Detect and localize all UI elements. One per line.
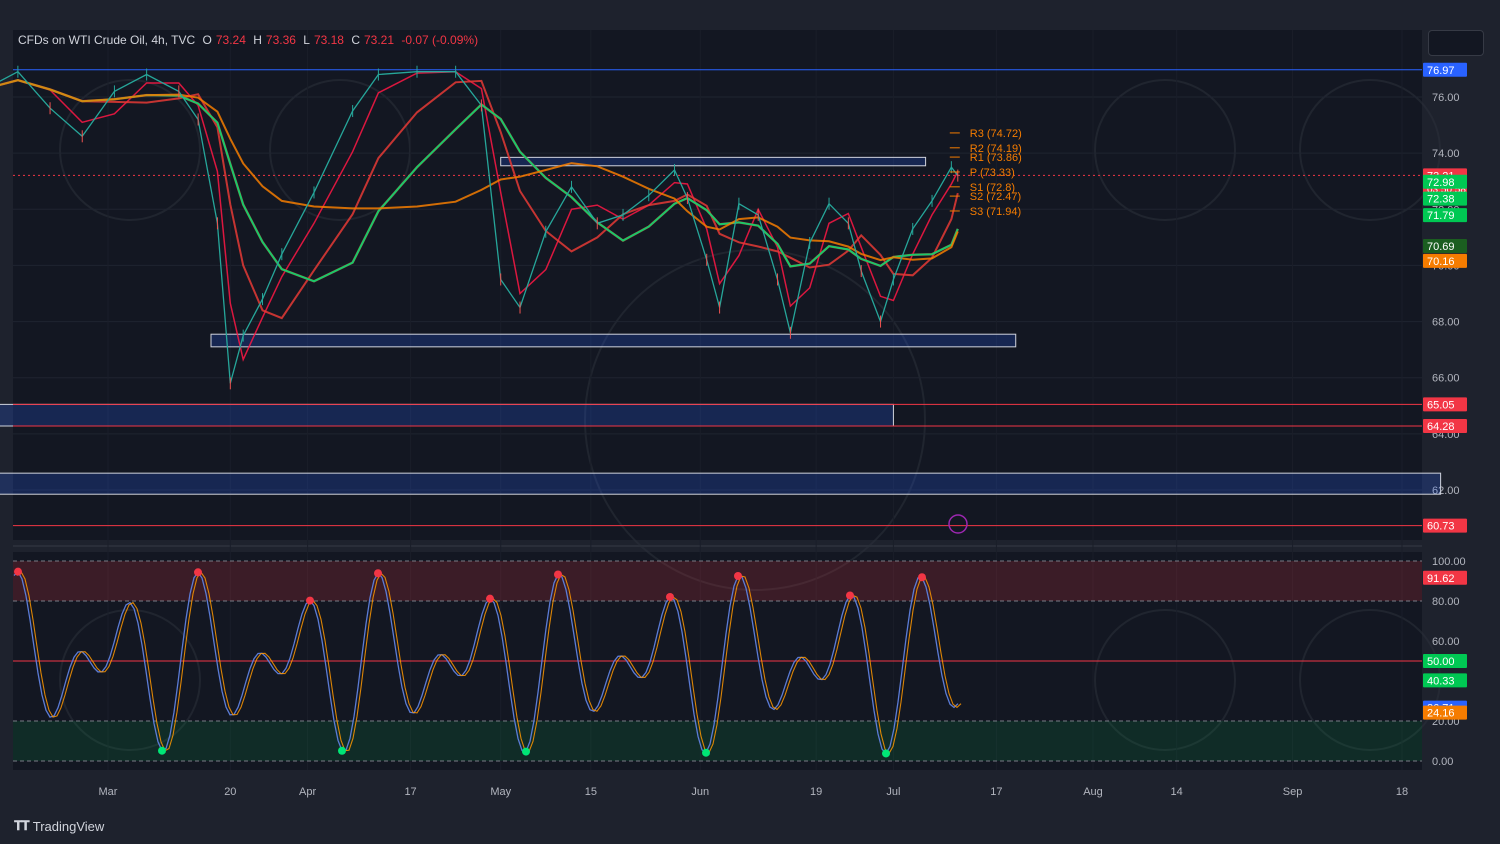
- price-axis-label: 65.05: [1427, 399, 1455, 411]
- close-label: C: [351, 33, 360, 47]
- oscillator-axis-label: 24.16: [1427, 708, 1455, 720]
- x-tick-label: 18: [1396, 786, 1408, 798]
- pivot-label: R1 (73.86): [970, 152, 1022, 164]
- price-axis-label: 70.69: [1427, 241, 1455, 253]
- x-tick-label: 15: [585, 786, 597, 798]
- price-axis-label: 72.98: [1427, 177, 1455, 189]
- overbought-signal-dot: [734, 572, 742, 581]
- open-label: O: [202, 33, 212, 47]
- overbought-signal-dot: [554, 570, 562, 579]
- x-tick-label: 17: [990, 786, 1002, 798]
- price-axis-label: 72.38: [1427, 194, 1455, 206]
- x-tick-label: Aug: [1083, 786, 1103, 798]
- oversold-signal-dot: [702, 748, 710, 757]
- overbought-signal-dot: [486, 594, 494, 603]
- high-value: 73.36: [265, 33, 296, 47]
- oversold-zone: [13, 721, 1422, 761]
- chart-svg[interactable]: 76.0074.0072.0070.0068.0066.0064.0062.00…: [0, 0, 1500, 844]
- overbought-signal-dot: [306, 596, 314, 605]
- x-tick-label: May: [490, 786, 511, 798]
- tradingview-logo-icon: 𝐓𝐓: [14, 818, 30, 833]
- overbought-signal-dot: [14, 567, 22, 576]
- oscillator-axis-label: 40.33: [1427, 675, 1455, 687]
- oversold-signal-dot: [882, 749, 890, 758]
- x-tick-label: 19: [810, 786, 822, 798]
- price-axis-label: 60.73: [1427, 521, 1455, 533]
- x-tick-label: Sep: [1283, 786, 1303, 798]
- x-tick-label: Apr: [299, 786, 316, 798]
- x-tick-label: 14: [1171, 786, 1183, 798]
- symbol-title: CFDs on WTI Crude Oil, 4h, TVC: [18, 33, 196, 47]
- x-tick-label: Jul: [886, 786, 900, 798]
- oversold-signal-dot: [158, 746, 166, 755]
- support-resistance-zone: [210, 333, 1017, 348]
- overbought-signal-dot: [918, 573, 926, 582]
- price-y-tick: 74.00: [1432, 148, 1460, 160]
- x-tick-label: Mar: [99, 786, 118, 798]
- overbought-signal-dot: [666, 592, 674, 601]
- brand-name: TradingView: [32, 818, 105, 834]
- overbought-signal-dot: [374, 569, 382, 578]
- change-value: -0.07 (-0.09%): [401, 33, 479, 47]
- oscillator-axis-label: 50.00: [1427, 656, 1455, 668]
- price-pane-bg: [13, 30, 1422, 540]
- overbought-zone: [13, 561, 1422, 601]
- oscillator-y-tick: 80.00: [1432, 596, 1460, 608]
- x-tick-label: 20: [224, 786, 236, 798]
- price-axis-label: 70.16: [1427, 256, 1455, 268]
- low-label: L: [303, 33, 310, 47]
- symbol-legend: CFDs on WTI Crude Oil, 4h, TVC O 73.24 H7…: [18, 33, 482, 47]
- support-resistance-zone: [0, 403, 894, 427]
- price-axis-label: 76.97: [1427, 65, 1455, 77]
- tradingview-brand[interactable]: 𝐓𝐓 TradingView: [14, 818, 104, 834]
- pivot-label: S3 (71.94): [970, 206, 1021, 218]
- oscillator-axis-label: 91.62: [1427, 573, 1455, 585]
- price-y-tick: 68.00: [1432, 317, 1460, 329]
- open-value: 73.24: [215, 33, 246, 47]
- price-y-tick: 76.00: [1432, 92, 1460, 104]
- support-resistance-zone: [0, 472, 1442, 495]
- x-tick-label: 17: [404, 786, 416, 798]
- overbought-signal-dot: [194, 568, 202, 577]
- overbought-signal-dot: [846, 591, 854, 600]
- pivot-label: S2 (72.47): [970, 191, 1021, 203]
- low-value: 73.18: [313, 33, 344, 47]
- close-value: 73.21: [364, 33, 395, 47]
- chart-area[interactable]: 76.0074.0072.0070.0068.0066.0064.0062.00…: [0, 0, 1500, 844]
- price-axis-label: 71.79: [1427, 210, 1455, 222]
- x-tick-label: Jun: [691, 786, 709, 798]
- oscillator-y-tick: 60.00: [1432, 636, 1460, 648]
- oversold-signal-dot: [338, 746, 346, 755]
- high-label: H: [253, 33, 262, 47]
- pivot-label: R3 (74.72): [970, 128, 1022, 140]
- price-axis-label: 64.28: [1427, 421, 1455, 433]
- oscillator-y-tick: 100.00: [1432, 556, 1466, 568]
- oscillator-y-tick: 0.00: [1432, 756, 1453, 768]
- oversold-signal-dot: [522, 747, 530, 756]
- pivot-label: P (73.33): [970, 167, 1015, 179]
- chart-settings-button[interactable]: [1428, 30, 1484, 56]
- price-y-tick: 66.00: [1432, 373, 1460, 385]
